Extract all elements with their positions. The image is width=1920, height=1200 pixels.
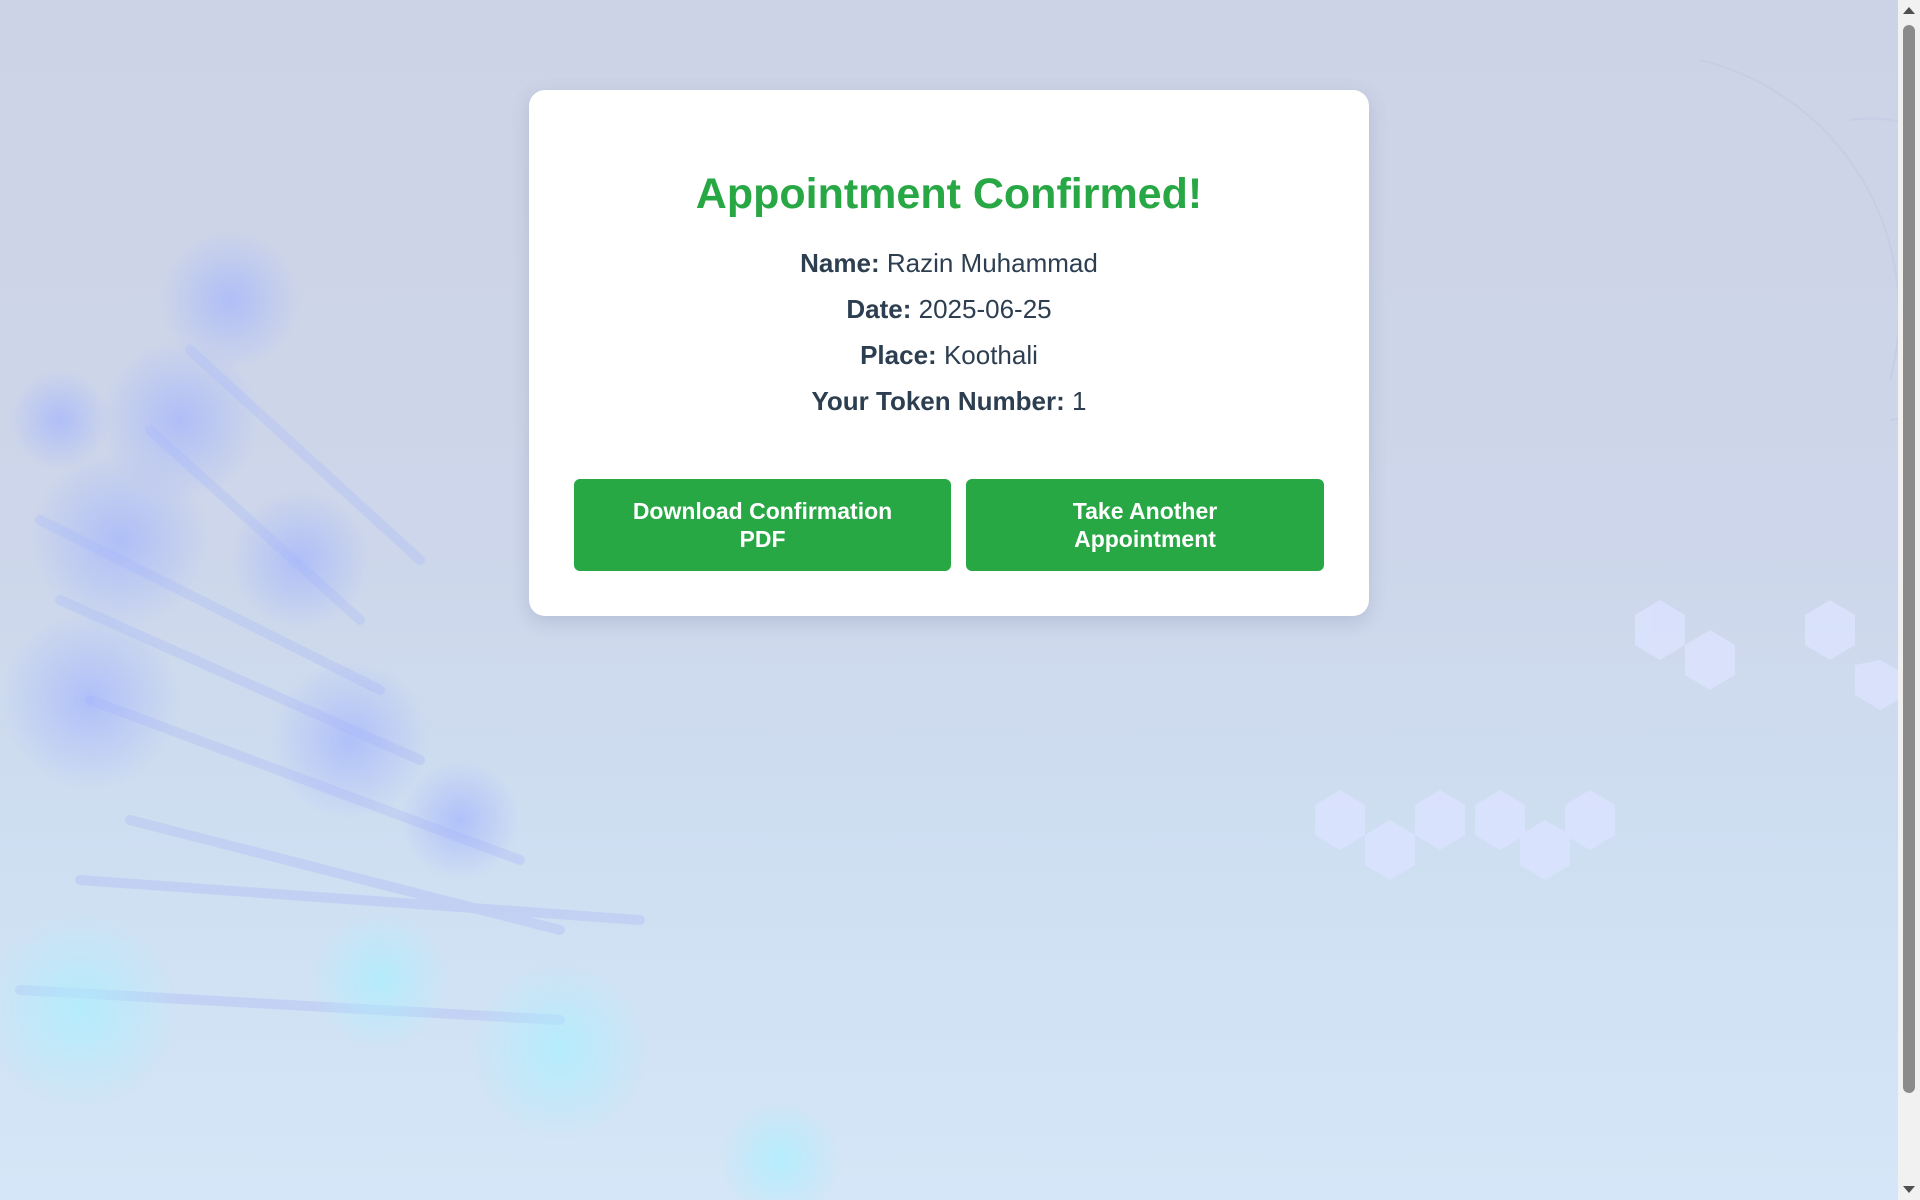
token-value: 1 xyxy=(1072,386,1087,416)
scroll-down-arrow-icon[interactable] xyxy=(1903,1186,1915,1193)
date-row: Date: 2025-06-25 xyxy=(529,294,1369,325)
confirmation-title: Appointment Confirmed! xyxy=(695,170,1203,218)
name-row: Name: Razin Muhammad xyxy=(529,248,1369,279)
place-row: Place: Koothali xyxy=(529,340,1369,371)
scroll-up-arrow-icon[interactable] xyxy=(1903,7,1915,14)
date-label: Date: xyxy=(846,294,912,324)
token-row: Your Token Number: 1 xyxy=(529,386,1369,417)
place-value: Koothali xyxy=(943,340,1038,370)
vertical-scrollbar[interactable] xyxy=(1898,0,1920,1200)
scrollbar-thumb[interactable] xyxy=(1903,25,1915,1093)
token-label: Your Token Number: xyxy=(811,386,1065,416)
take-another-appointment-button[interactable]: Take Another Appointment xyxy=(966,479,1324,571)
name-label: Name: xyxy=(800,248,880,278)
place-label: Place: xyxy=(860,340,937,370)
page: Appointment Confirmed! Name: Razin Muham… xyxy=(0,0,1920,1200)
confirmation-card: Appointment Confirmed! Name: Razin Muham… xyxy=(529,90,1369,616)
name-value: Razin Muhammad xyxy=(886,248,1098,278)
date-value: 2025-06-25 xyxy=(918,294,1052,324)
download-pdf-button[interactable]: Download Confirmation PDF xyxy=(574,479,951,571)
